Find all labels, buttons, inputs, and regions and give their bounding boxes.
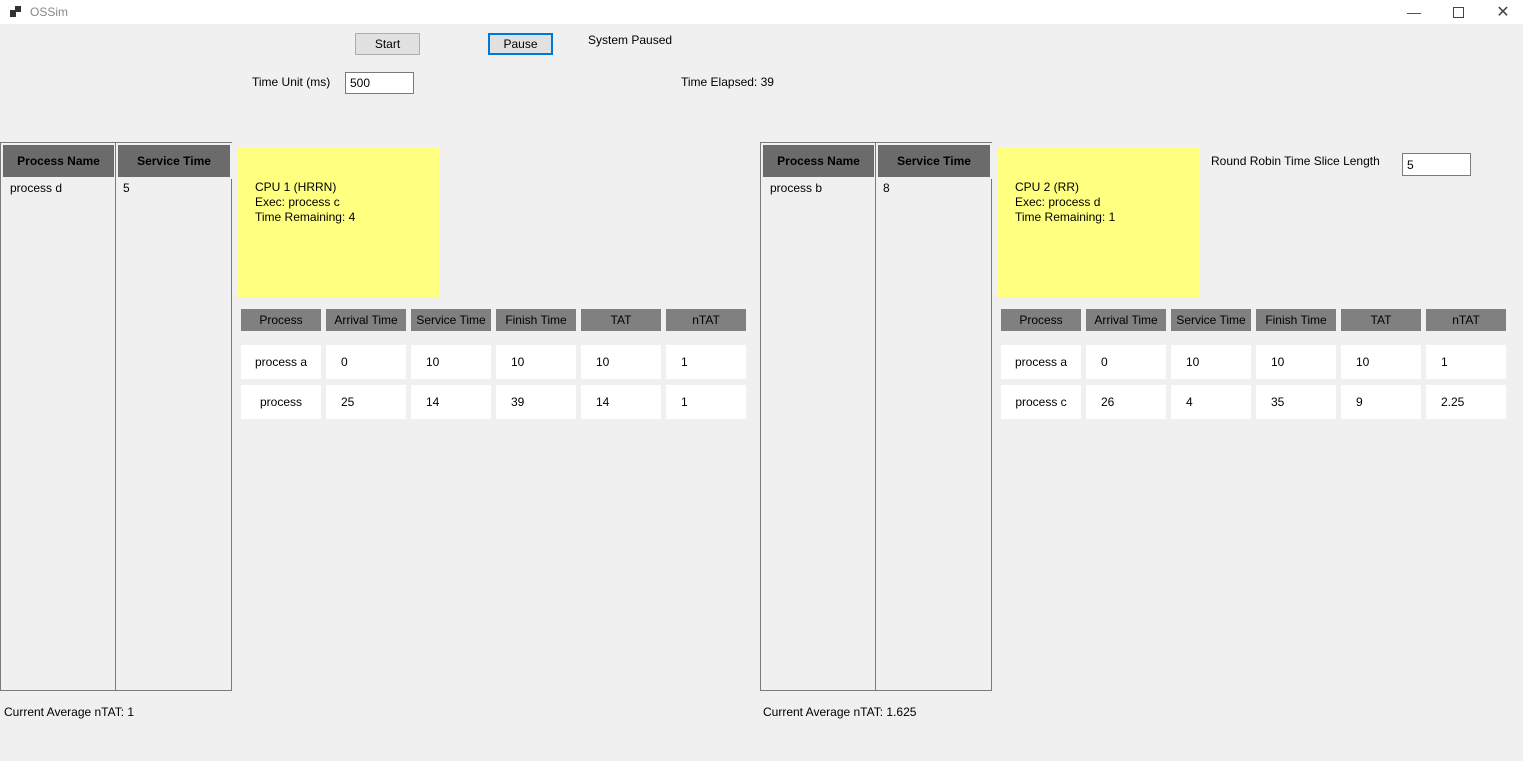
results-header-ntat: nTAT: [1426, 309, 1506, 331]
results-cell: process a: [241, 345, 321, 379]
results-header-service: Service Time: [1171, 309, 1251, 331]
pause-button[interactable]: Pause: [488, 33, 553, 55]
results-cell: 1: [666, 385, 746, 419]
queue-cell-process-name: process d: [10, 181, 63, 195]
results-cell: 2.25: [1426, 385, 1506, 419]
cpu1-status-box: CPU 1 (HRRN) Exec: process c Time Remain…: [238, 148, 439, 297]
results-cell: 10: [1341, 345, 1421, 379]
results-cell: 39: [496, 385, 576, 419]
results-cell: 10: [411, 345, 491, 379]
cpu2-title: CPU 2 (RR): [1015, 180, 1080, 194]
results-cell: 26: [1086, 385, 1166, 419]
cpu2-average-ntat: Current Average nTAT: 1.625: [763, 705, 917, 719]
queue-header-service-time[interactable]: Service Time: [876, 143, 992, 179]
cpu2-ready-queue[interactable]: Process Name process b Service Time 8: [760, 142, 992, 691]
time-elapsed: Time Elapsed: 39: [681, 75, 774, 89]
queue-column-service-time: Service Time 5: [115, 143, 232, 690]
results-header-ntat: nTAT: [666, 309, 746, 331]
results-cell: 0: [1086, 345, 1166, 379]
rr-slice-label: Round Robin Time Slice Length: [1211, 154, 1380, 168]
results-header-process: Process: [1001, 309, 1081, 331]
queue-header-service-time[interactable]: Service Time: [116, 143, 232, 179]
results-cell: 1: [1426, 345, 1506, 379]
results-cell: 4: [1171, 385, 1251, 419]
queue-cell-service-time: 5: [123, 181, 130, 195]
cpu2-exec: Exec: process d: [1015, 195, 1101, 209]
results-cell: 10: [496, 345, 576, 379]
time-unit-input[interactable]: [345, 72, 414, 94]
results-header-tat: TAT: [581, 309, 661, 331]
results-cell: 14: [411, 385, 491, 419]
close-button[interactable]: ✕: [1480, 0, 1523, 24]
results-header-finish: Finish Time: [1256, 309, 1336, 331]
queue-column-process-name: Process Name process b: [761, 143, 876, 690]
results-cell: 35: [1256, 385, 1336, 419]
maximize-button[interactable]: [1435, 0, 1481, 24]
time-unit-label: Time Unit (ms): [252, 75, 331, 89]
app-icon: [10, 6, 22, 18]
cpu1-title: CPU 1 (HRRN): [255, 180, 337, 194]
results-cell: process a: [1001, 345, 1081, 379]
system-status: System Paused: [588, 33, 673, 47]
queue-column-service-time: Service Time 8: [875, 143, 992, 690]
results-header-tat: TAT: [1341, 309, 1421, 331]
minimize-icon: —: [1407, 4, 1421, 20]
cpu2-remaining: Time Remaining: 1: [1015, 210, 1116, 224]
results-cell: 1: [666, 345, 746, 379]
minimize-button[interactable]: —: [1391, 0, 1437, 24]
results-cell: 0: [326, 345, 406, 379]
queue-column-process-name: Process Name process d: [1, 143, 116, 690]
results-header-process: Process: [241, 309, 321, 331]
results-cell: 10: [1171, 345, 1251, 379]
start-button[interactable]: Start: [355, 33, 420, 55]
results-header-finish: Finish Time: [496, 309, 576, 331]
queue-cell-service-time: 8: [883, 181, 890, 195]
results-header-service: Service Time: [411, 309, 491, 331]
results-cell: process: [241, 385, 321, 419]
cpu1-exec: Exec: process c: [255, 195, 340, 209]
queue-header-process-name[interactable]: Process Name: [1, 143, 116, 179]
results-cell: 25: [326, 385, 406, 419]
results-header-arrival: Arrival Time: [1086, 309, 1166, 331]
maximize-icon: [1452, 6, 1464, 18]
results-cell: 10: [1256, 345, 1336, 379]
cpu1-average-ntat: Current Average nTAT: 1: [4, 705, 135, 719]
results-cell: process c: [1001, 385, 1081, 419]
cpu1-remaining: Time Remaining: 4: [255, 210, 356, 224]
cpu1-ready-queue[interactable]: Process Name process d Service Time 5: [0, 142, 232, 691]
results-header-arrival: Arrival Time: [326, 309, 406, 331]
results-cell: 9: [1341, 385, 1421, 419]
rr-slice-input[interactable]: [1402, 153, 1471, 176]
results-cell: 14: [581, 385, 661, 419]
cpu2-status-box: CPU 2 (RR) Exec: process d Time Remainin…: [998, 148, 1199, 297]
window-title: OSSim: [30, 5, 69, 19]
title-bar: [0, 0, 1523, 24]
queue-header-process-name[interactable]: Process Name: [761, 143, 876, 179]
results-cell: 10: [581, 345, 661, 379]
queue-cell-process-name: process b: [770, 181, 823, 195]
close-icon: ✕: [1496, 4, 1510, 21]
